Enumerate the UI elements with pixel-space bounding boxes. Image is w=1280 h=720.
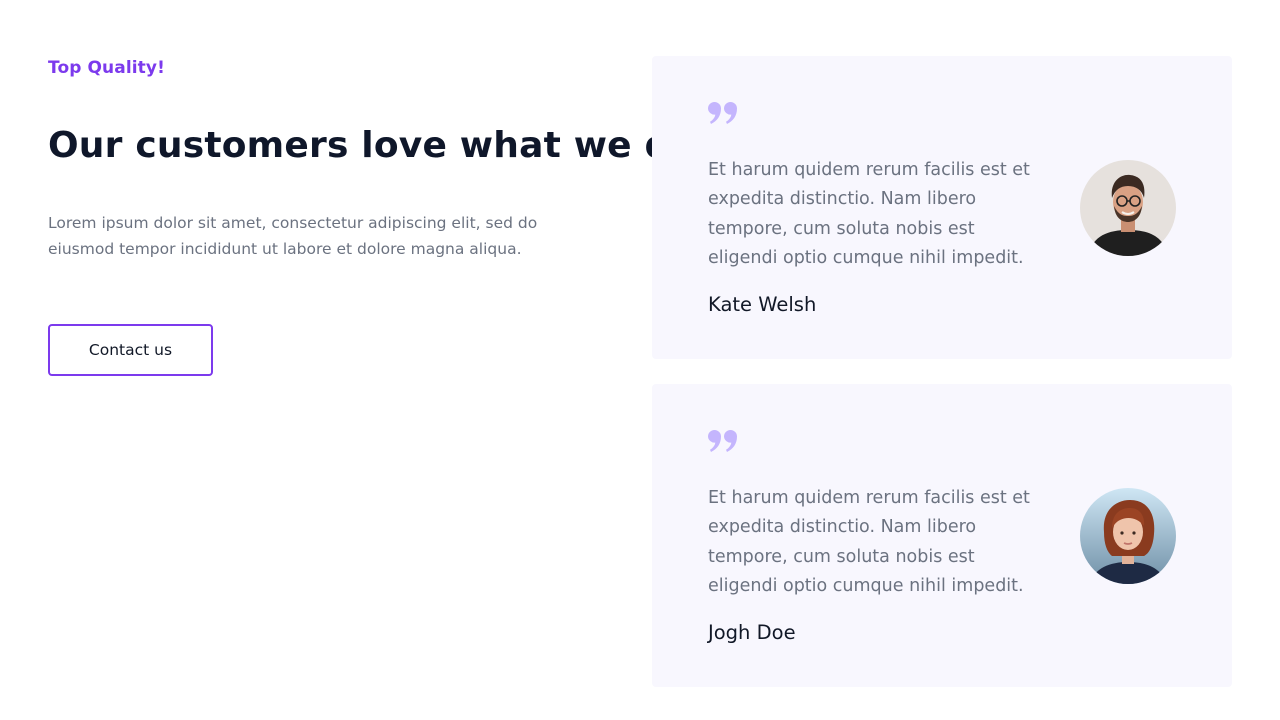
avatar xyxy=(1080,488,1176,584)
contact-us-button[interactable]: Contact us xyxy=(48,324,213,376)
testimonial-card: Et harum quidem rerum facilis est et exp… xyxy=(652,384,1232,687)
testimonials-section: Top Quality! Our customers love what we … xyxy=(0,0,1280,720)
testimonial-card: Et harum quidem rerum facilis est et exp… xyxy=(652,56,1232,359)
testimonial-text: Et harum quidem rerum facilis est et exp… xyxy=(708,160,1030,268)
testimonial-text: Et harum quidem rerum facilis est et exp… xyxy=(708,488,1030,596)
testimonial-author: Kate Welsh xyxy=(708,293,817,316)
quote-icon xyxy=(708,102,737,124)
avatar xyxy=(1080,160,1176,256)
testimonial-author: Jogh Doe xyxy=(708,621,796,644)
lead-paragraph: Lorem ipsum dolor sit amet, consectetur … xyxy=(48,214,538,258)
eyebrow-label: Top Quality! xyxy=(48,58,165,78)
quote-icon xyxy=(708,430,737,452)
page-title: Our customers love what we do xyxy=(48,125,696,166)
